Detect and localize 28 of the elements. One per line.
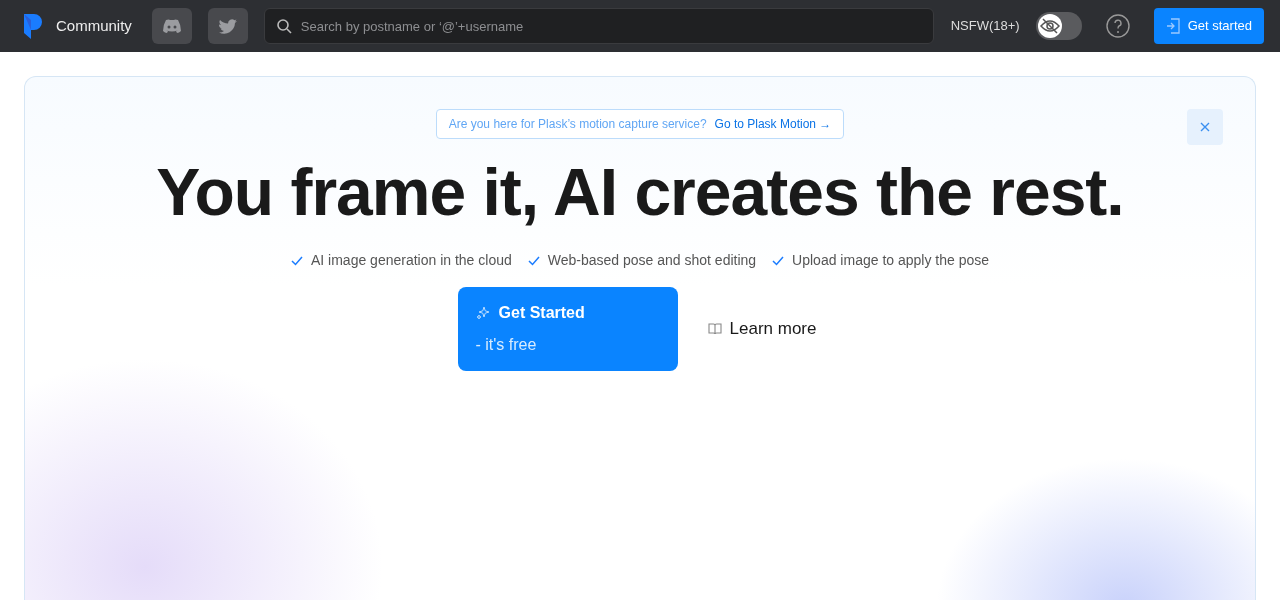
check-icon [772,255,785,266]
game-controller-icon [161,18,182,34]
book-icon [707,323,722,336]
nsfw-toggle[interactable] [1035,12,1082,40]
search-field[interactable]: Search by postname or ‘@’+username [263,8,934,44]
nsfw-label: NSFW(18+) [950,17,1020,36]
sign-in-icon [1165,18,1180,34]
close-icon [1200,122,1210,132]
help-icon[interactable] [1105,14,1130,38]
bird-icon [218,18,237,34]
plask-motion-link[interactable]: Go to Plask Motion → [714,115,832,133]
notice-text: Are you here for Plask’s motion capture service? [448,116,707,133]
get-started-free-button[interactable]: Get Started - it's free [457,287,678,372]
get-started-button[interactable]: Get started [1153,8,1264,44]
discord-button[interactable] [151,8,192,44]
feature-text: Upload image to apply the pose [792,251,990,271]
twitter-button[interactable] [207,8,248,44]
check-icon [527,255,540,266]
learn-more-button[interactable]: Learn more [701,315,823,343]
eye-off-icon [1039,18,1060,34]
feature-text: Web-based pose and shot editing [547,251,757,271]
logo-icon [22,12,44,40]
feature-text: AI image generation in the cloud [310,251,512,271]
search-icon [276,19,292,34]
hero-title: You frame it, AI creates the rest. [156,154,1124,231]
brand-name[interactable]: Community [56,14,132,38]
check-icon [290,255,303,266]
sparkle-icon [475,305,491,321]
